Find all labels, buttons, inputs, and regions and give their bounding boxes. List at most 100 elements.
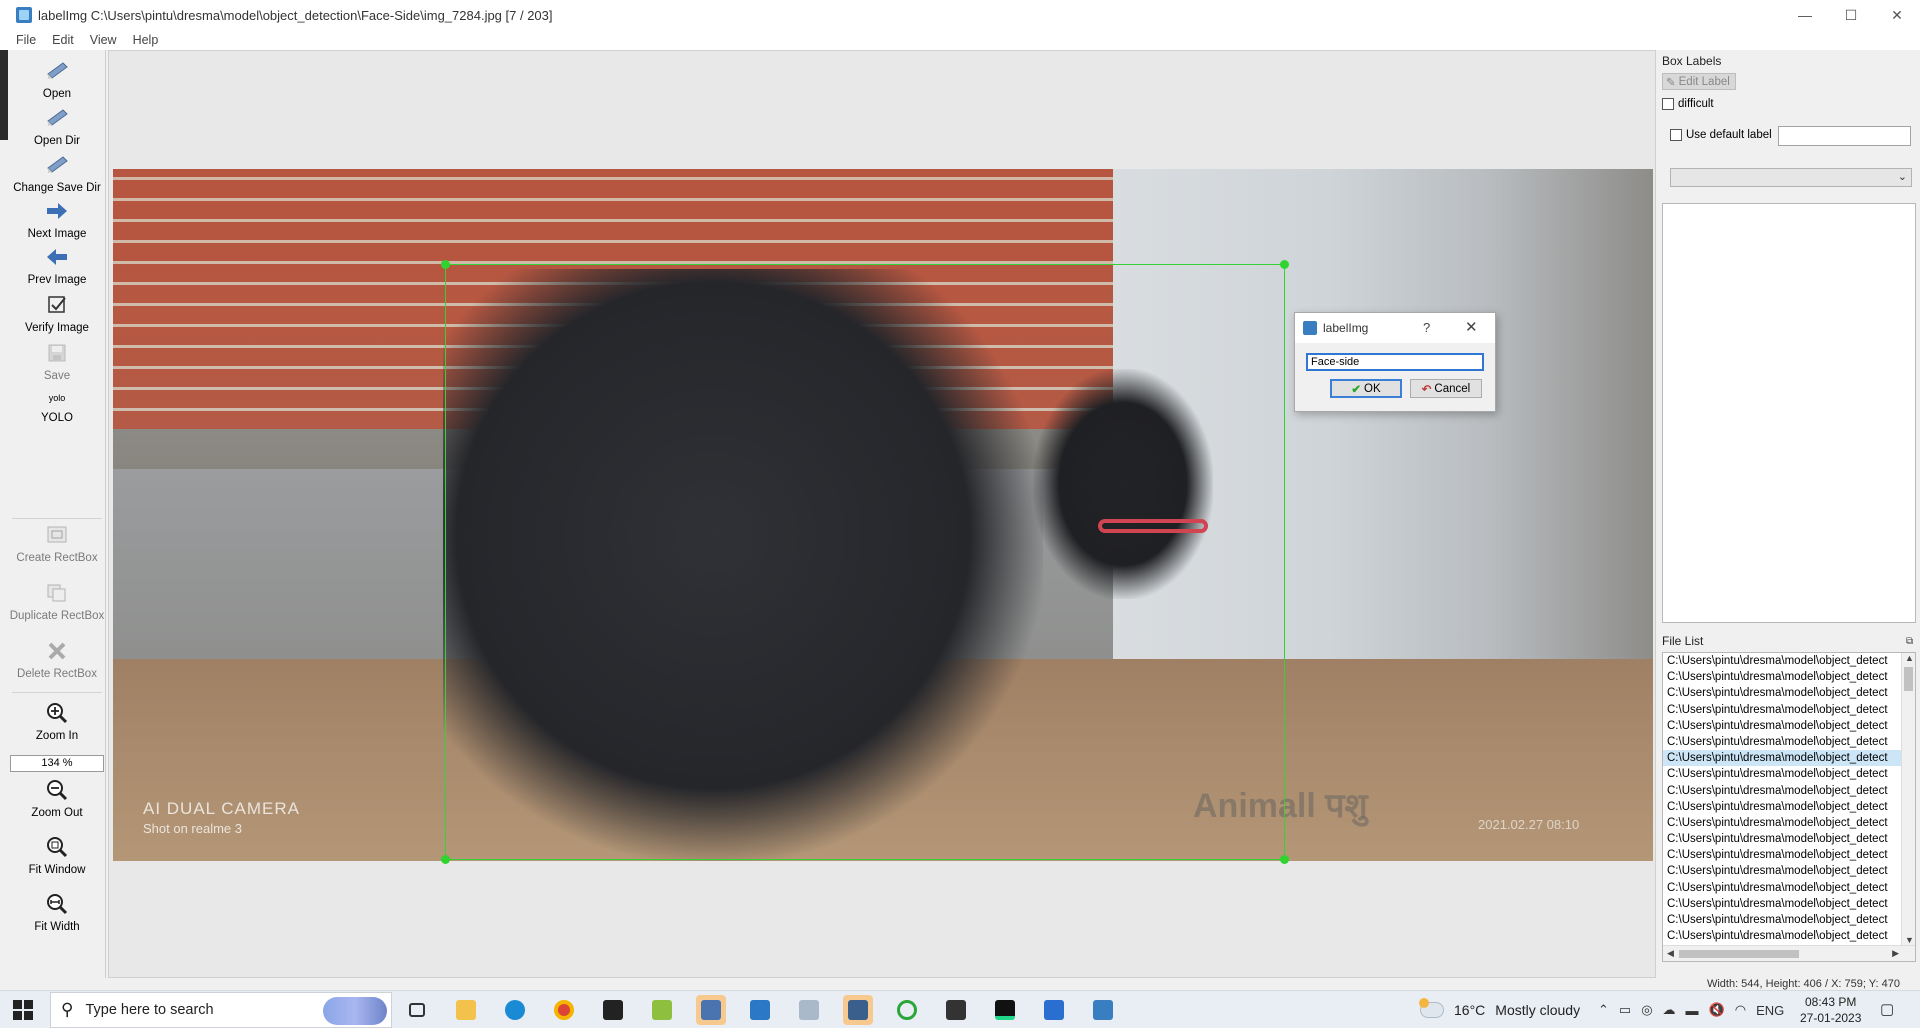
notepad-plus-icon[interactable] — [647, 995, 677, 1025]
next-image-button[interactable]: Next Image — [8, 198, 106, 240]
zoom-in-button[interactable]: Zoom In — [8, 700, 106, 742]
menu-edit[interactable]: Edit — [44, 33, 82, 47]
yolo-format-button[interactable]: yolo YOLO — [8, 388, 106, 424]
file-list-item[interactable]: C:\Users\pintu\dresma\model\object_detec… — [1663, 863, 1903, 879]
dock-float-icon[interactable]: ⧉ — [1906, 636, 1913, 647]
ok-button[interactable]: ✔ OK — [1330, 379, 1402, 398]
menu-file[interactable]: File — [8, 33, 44, 47]
bbox-handle-top-left[interactable] — [441, 260, 450, 269]
verify-image-button[interactable]: Verify Image — [8, 292, 106, 334]
labelimg-window-icon[interactable] — [1088, 995, 1118, 1025]
file-list-item[interactable]: C:\Users\pintu\dresma\model\object_detec… — [1663, 896, 1903, 912]
menu-help[interactable]: Help — [125, 33, 167, 47]
image-viewer-icon[interactable] — [794, 995, 824, 1025]
file-list-item[interactable]: C:\Users\pintu\dresma\model\object_detec… — [1663, 702, 1903, 718]
file-list[interactable]: C:\Users\pintu\dresma\model\object_detec… — [1662, 652, 1916, 962]
tablet-icon[interactable]: ▭ — [1619, 1002, 1631, 1018]
menu-view[interactable]: View — [82, 33, 125, 47]
task-view-icon[interactable] — [402, 995, 432, 1025]
battery-icon[interactable]: ▬ — [1686, 1003, 1699, 1018]
python-app-icon[interactable] — [696, 995, 726, 1025]
label-combobox[interactable]: ⌄ — [1670, 168, 1912, 187]
language-indicator[interactable]: ENG — [1756, 1003, 1784, 1018]
scroll-up-icon[interactable]: ▲ — [1905, 653, 1914, 663]
chrome-icon[interactable] — [549, 995, 579, 1025]
use-default-label-check[interactable] — [1670, 129, 1682, 141]
photos-icon[interactable] — [1039, 995, 1069, 1025]
file-list-item[interactable]: C:\Users\pintu\dresma\model\object_detec… — [1663, 750, 1903, 767]
change-save-dir-button[interactable]: Change Save Dir — [8, 152, 106, 194]
duplicate-rectbox-button[interactable]: Duplicate RectBox — [8, 580, 106, 622]
file-list-vertical-scrollbar[interactable]: ▲ ▼ — [1901, 653, 1915, 945]
wifi-icon[interactable]: ◠ — [1735, 1002, 1746, 1018]
scroll-thumb[interactable] — [1904, 667, 1913, 691]
edit-label-button[interactable]: ✎ Edit Label — [1662, 73, 1736, 90]
open-dir-button[interactable]: Open Dir — [8, 105, 106, 147]
file-list-item[interactable]: C:\Users\pintu\dresma\model\object_detec… — [1663, 912, 1903, 928]
pycharm-icon[interactable] — [990, 995, 1020, 1025]
file-list-horizontal-scrollbar[interactable]: ◀ ▶ — [1663, 945, 1915, 961]
file-explorer-icon[interactable] — [451, 995, 481, 1025]
file-list-item[interactable]: C:\Users\pintu\dresma\model\object_detec… — [1663, 815, 1903, 831]
file-list-item[interactable]: C:\Users\pintu\dresma\model\object_detec… — [1663, 734, 1903, 750]
bbox-handle-bottom-left[interactable] — [441, 855, 450, 864]
chevron-up-icon[interactable]: ⌃ — [1598, 1002, 1609, 1018]
terminal-icon[interactable] — [598, 995, 628, 1025]
weather-temperature: 16°C — [1454, 1002, 1486, 1018]
file-list-item[interactable]: C:\Users\pintu\dresma\model\object_detec… — [1663, 653, 1903, 669]
scroll-right-icon[interactable]: ▶ — [1892, 948, 1899, 959]
file-list-item[interactable]: C:\Users\pintu\dresma\model\object_detec… — [1663, 685, 1903, 701]
save-button[interactable]: Save — [8, 340, 106, 382]
default-label-input[interactable] — [1778, 126, 1911, 146]
taskbar-search-box[interactable]: ⚲ Type here to search — [50, 992, 392, 1028]
windows-start-icon[interactable] — [13, 1000, 33, 1020]
labelimg-taskbar-icon[interactable] — [843, 995, 873, 1025]
use-default-label-checkbox[interactable]: Use default label — [1670, 129, 1772, 141]
weather-widget[interactable]: 16°C Mostly cloudy — [1419, 991, 1580, 1028]
label-input[interactable] — [1306, 353, 1484, 371]
cloud-icon[interactable]: ☁ — [1663, 1002, 1676, 1018]
taskbar-clock[interactable]: 08:43 PM 27-01-2023 — [1800, 994, 1861, 1026]
image-canvas[interactable]: AI DUAL CAMERA Shot on realme 3 Animall … — [108, 50, 1656, 978]
bounding-box[interactable] — [441, 260, 1289, 864]
bbox-handle-bottom-right[interactable] — [1280, 855, 1289, 864]
file-list-item[interactable]: C:\Users\pintu\dresma\model\object_detec… — [1663, 783, 1903, 799]
file-list-item[interactable]: C:\Users\pintu\dresma\model\object_detec… — [1663, 718, 1903, 734]
zoom-out-button[interactable]: Zoom Out — [8, 777, 106, 819]
fit-width-button[interactable]: Fit Width — [8, 891, 106, 933]
notification-center-icon[interactable]: ▢ — [1880, 1000, 1894, 1018]
zoom-percentage-spinbox[interactable]: 134 % — [10, 755, 104, 772]
cancel-button[interactable]: ↶ Cancel — [1410, 379, 1482, 398]
scroll-thumb[interactable] — [1679, 950, 1799, 958]
maximize-button[interactable]: ☐ — [1828, 0, 1874, 30]
dialog-help-button[interactable]: ? — [1423, 320, 1430, 335]
minimize-button[interactable]: — — [1782, 0, 1828, 30]
dialog-close-button[interactable]: ✕ — [1465, 318, 1478, 336]
prev-image-button[interactable]: Prev Image — [8, 244, 106, 286]
create-rectbox-button[interactable]: Create RectBox — [8, 522, 106, 564]
fit-window-button[interactable]: Fit Window — [8, 834, 106, 876]
open-button[interactable]: Open — [8, 58, 106, 100]
file-list-item[interactable]: C:\Users\pintu\dresma\model\object_detec… — [1663, 831, 1903, 847]
speaker-muted-icon[interactable]: 🔇 — [1709, 1002, 1725, 1018]
difficult-checkbox[interactable]: difficult — [1662, 98, 1714, 110]
s3-browser-icon[interactable] — [745, 995, 775, 1025]
refresh-app-icon[interactable] — [892, 995, 922, 1025]
bbox-handle-top-right[interactable] — [1280, 260, 1289, 269]
edge-browser-icon[interactable] — [500, 995, 530, 1025]
difficult-check[interactable] — [1662, 98, 1674, 110]
scroll-down-icon[interactable]: ▼ — [1905, 935, 1914, 945]
scroll-left-icon[interactable]: ◀ — [1667, 948, 1674, 959]
label-list[interactable] — [1662, 203, 1916, 623]
close-button[interactable]: ✕ — [1874, 0, 1920, 30]
network-globe-icon[interactable]: ◎ — [1641, 1002, 1652, 1018]
file-list-item[interactable]: C:\Users\pintu\dresma\model\object_detec… — [1663, 847, 1903, 863]
delete-rectbox-button[interactable]: Delete RectBox — [8, 638, 106, 680]
console-icon[interactable] — [941, 995, 971, 1025]
file-list-item[interactable]: C:\Users\pintu\dresma\model\object_detec… — [1663, 928, 1903, 944]
search-icon: ⚲ — [61, 1000, 74, 1019]
file-list-item[interactable]: C:\Users\pintu\dresma\model\object_detec… — [1663, 880, 1903, 896]
file-list-item[interactable]: C:\Users\pintu\dresma\model\object_detec… — [1663, 766, 1903, 782]
file-list-item[interactable]: C:\Users\pintu\dresma\model\object_detec… — [1663, 669, 1903, 685]
file-list-item[interactable]: C:\Users\pintu\dresma\model\object_detec… — [1663, 799, 1903, 815]
